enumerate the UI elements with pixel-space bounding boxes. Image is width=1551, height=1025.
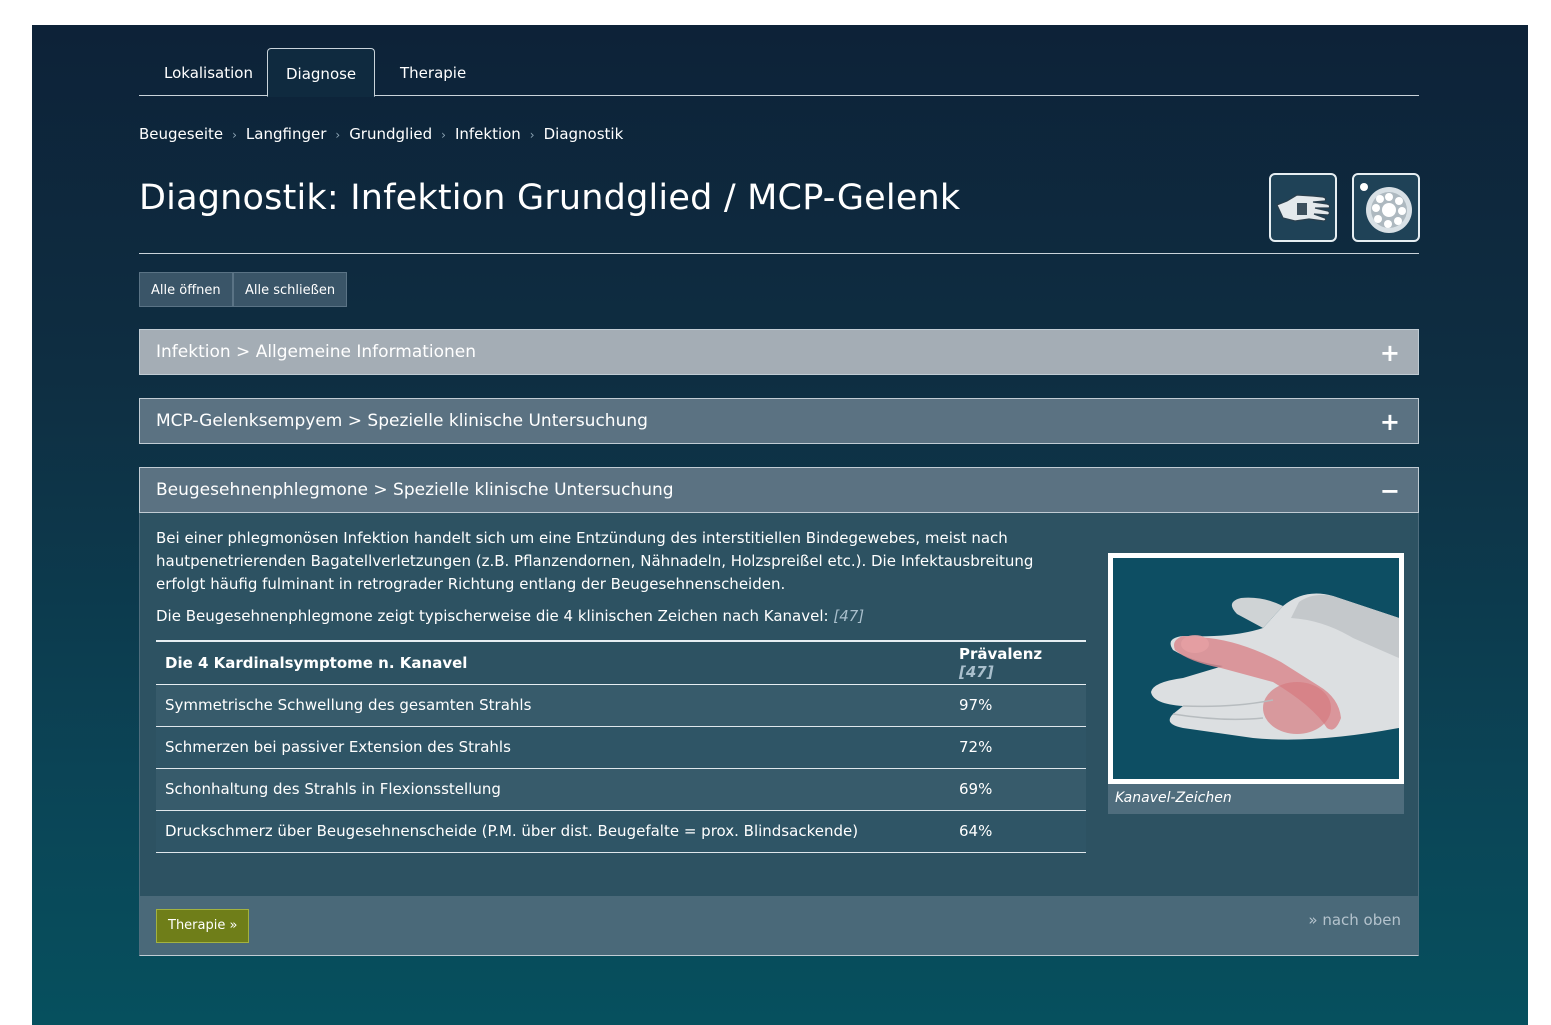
figure-caption: Kanavel-Zeichen — [1108, 784, 1404, 814]
table-row: Schonhaltung des Strahls in Flexionsstel… — [156, 768, 1086, 811]
table-row: Symmetrische Schwellung des gesamten Str… — [156, 684, 1086, 727]
kanavel-symptoms-table: Die 4 Kardinalsymptome n. Kanavel Präval… — [156, 640, 1086, 853]
breadcrumb-item[interactable]: Grundglied — [349, 125, 432, 143]
header-symptom: Die 4 Kardinalsymptome n. Kanavel — [156, 640, 950, 685]
minus-icon[interactable]: − — [1380, 477, 1400, 505]
breadcrumb-separator: › — [529, 128, 535, 142]
description-paragraph: Bei einer phlegmonösen Infektion handelt… — [156, 529, 1034, 593]
breadcrumb-separator: › — [335, 128, 341, 142]
kanavel-image[interactable] — [1108, 553, 1404, 784]
prevalence-cell: 69% — [950, 768, 1086, 811]
plus-icon[interactable]: + — [1380, 408, 1400, 436]
close-all-button[interactable]: Alle schließen — [233, 272, 348, 307]
breadcrumb-item[interactable]: Beugeseite — [139, 125, 223, 143]
page-title: Diagnostik: Infektion Grundglied / MCP-G… — [139, 178, 961, 218]
panel-header-beugesehnenphlegmone[interactable]: Beugesehnenphlegmone > Spezielle klinisc… — [139, 467, 1419, 513]
breadcrumb-item[interactable]: Langfinger — [246, 125, 326, 143]
kanavel-intro-paragraph: Die Beugesehnenphlegmone zeigt typischer… — [156, 607, 1076, 625]
symptom-cell: Schmerzen bei passiver Extension des Str… — [156, 726, 950, 769]
breadcrumb-item[interactable]: Infektion — [455, 125, 521, 143]
symptom-cell: Symmetrische Schwellung des gesamten Str… — [156, 684, 950, 727]
tab-diagnose[interactable]: Diagnose — [267, 48, 376, 97]
symptom-cell: Schonhaltung des Strahls in Flexionsstel… — [156, 768, 950, 811]
tab-lokalisation[interactable]: Lokalisation — [146, 48, 271, 96]
kanavel-intro-text: Die Beugesehnenphlegmone zeigt typischer… — [156, 607, 829, 625]
header-prevalence: Prävalenz [47] — [950, 640, 1086, 685]
kanavel-figure[interactable]: Kanavel-Zeichen — [1108, 553, 1404, 817]
panel-header-infektion[interactable]: Infektion > Allgemeine Informationen + — [139, 329, 1419, 375]
tab-bar: Lokalisation Diagnose Therapie — [139, 48, 1419, 97]
finger-cross-section-icon — [1360, 182, 1412, 233]
back-to-top-link[interactable]: » nach oben — [1308, 911, 1401, 929]
panel-title: Beugesehnenphlegmone > Spezielle klinisc… — [156, 480, 674, 500]
hand-icon-button[interactable] — [1269, 173, 1337, 242]
panel-title: MCP-Gelenksempyem > Spezielle klinische … — [156, 411, 648, 431]
table-row: Druckschmerz über Beugesehnenscheide (P.… — [156, 810, 1086, 853]
reference-link[interactable]: [47] — [833, 607, 864, 625]
table-header-row: Die 4 Kardinalsymptome n. Kanavel Präval… — [156, 640, 1086, 685]
panel-footer: Therapie » » nach oben — [140, 896, 1418, 955]
prevalence-cell: 72% — [950, 726, 1086, 769]
title-divider — [139, 253, 1419, 254]
panel-title: Infektion > Allgemeine Informationen — [156, 342, 477, 362]
open-all-button[interactable]: Alle öffnen — [139, 272, 233, 307]
finger-cross-section-icon-button[interactable] — [1352, 173, 1420, 242]
hand-illustration — [1113, 558, 1399, 779]
table-row: Schmerzen bei passiver Extension des Str… — [156, 726, 1086, 769]
symptom-cell: Druckschmerz über Beugesehnenscheide (P.… — [156, 810, 950, 853]
prevalence-cell: 97% — [950, 684, 1086, 727]
tab-therapie[interactable]: Therapie — [382, 48, 484, 96]
header-prevalence-label: Prävalenz — [959, 644, 1043, 663]
hand-icon — [1276, 193, 1331, 222]
plus-icon[interactable]: + — [1380, 339, 1400, 367]
panel-body-beugesehnenphlegmone: Bei einer phlegmonösen Infektion handelt… — [139, 513, 1419, 956]
breadcrumb: Beugeseite › Langfinger › Grundglied › Infekti… — [139, 125, 623, 143]
panel-header-mcp-gelenksempyem[interactable]: MCP-Gelenksempyem > Spezielle klinische … — [139, 398, 1419, 444]
reference-link[interactable]: [47] — [959, 663, 994, 681]
breadcrumb-item-current[interactable]: Diagnostik — [544, 125, 624, 143]
prevalence-cell: 64% — [950, 810, 1086, 853]
page: Lokalisation Diagnose Therapie Beugeseit… — [32, 25, 1528, 1025]
breadcrumb-separator: › — [232, 128, 237, 142]
breadcrumb-separator: › — [441, 128, 446, 142]
therapie-button[interactable]: Therapie » — [156, 909, 250, 943]
